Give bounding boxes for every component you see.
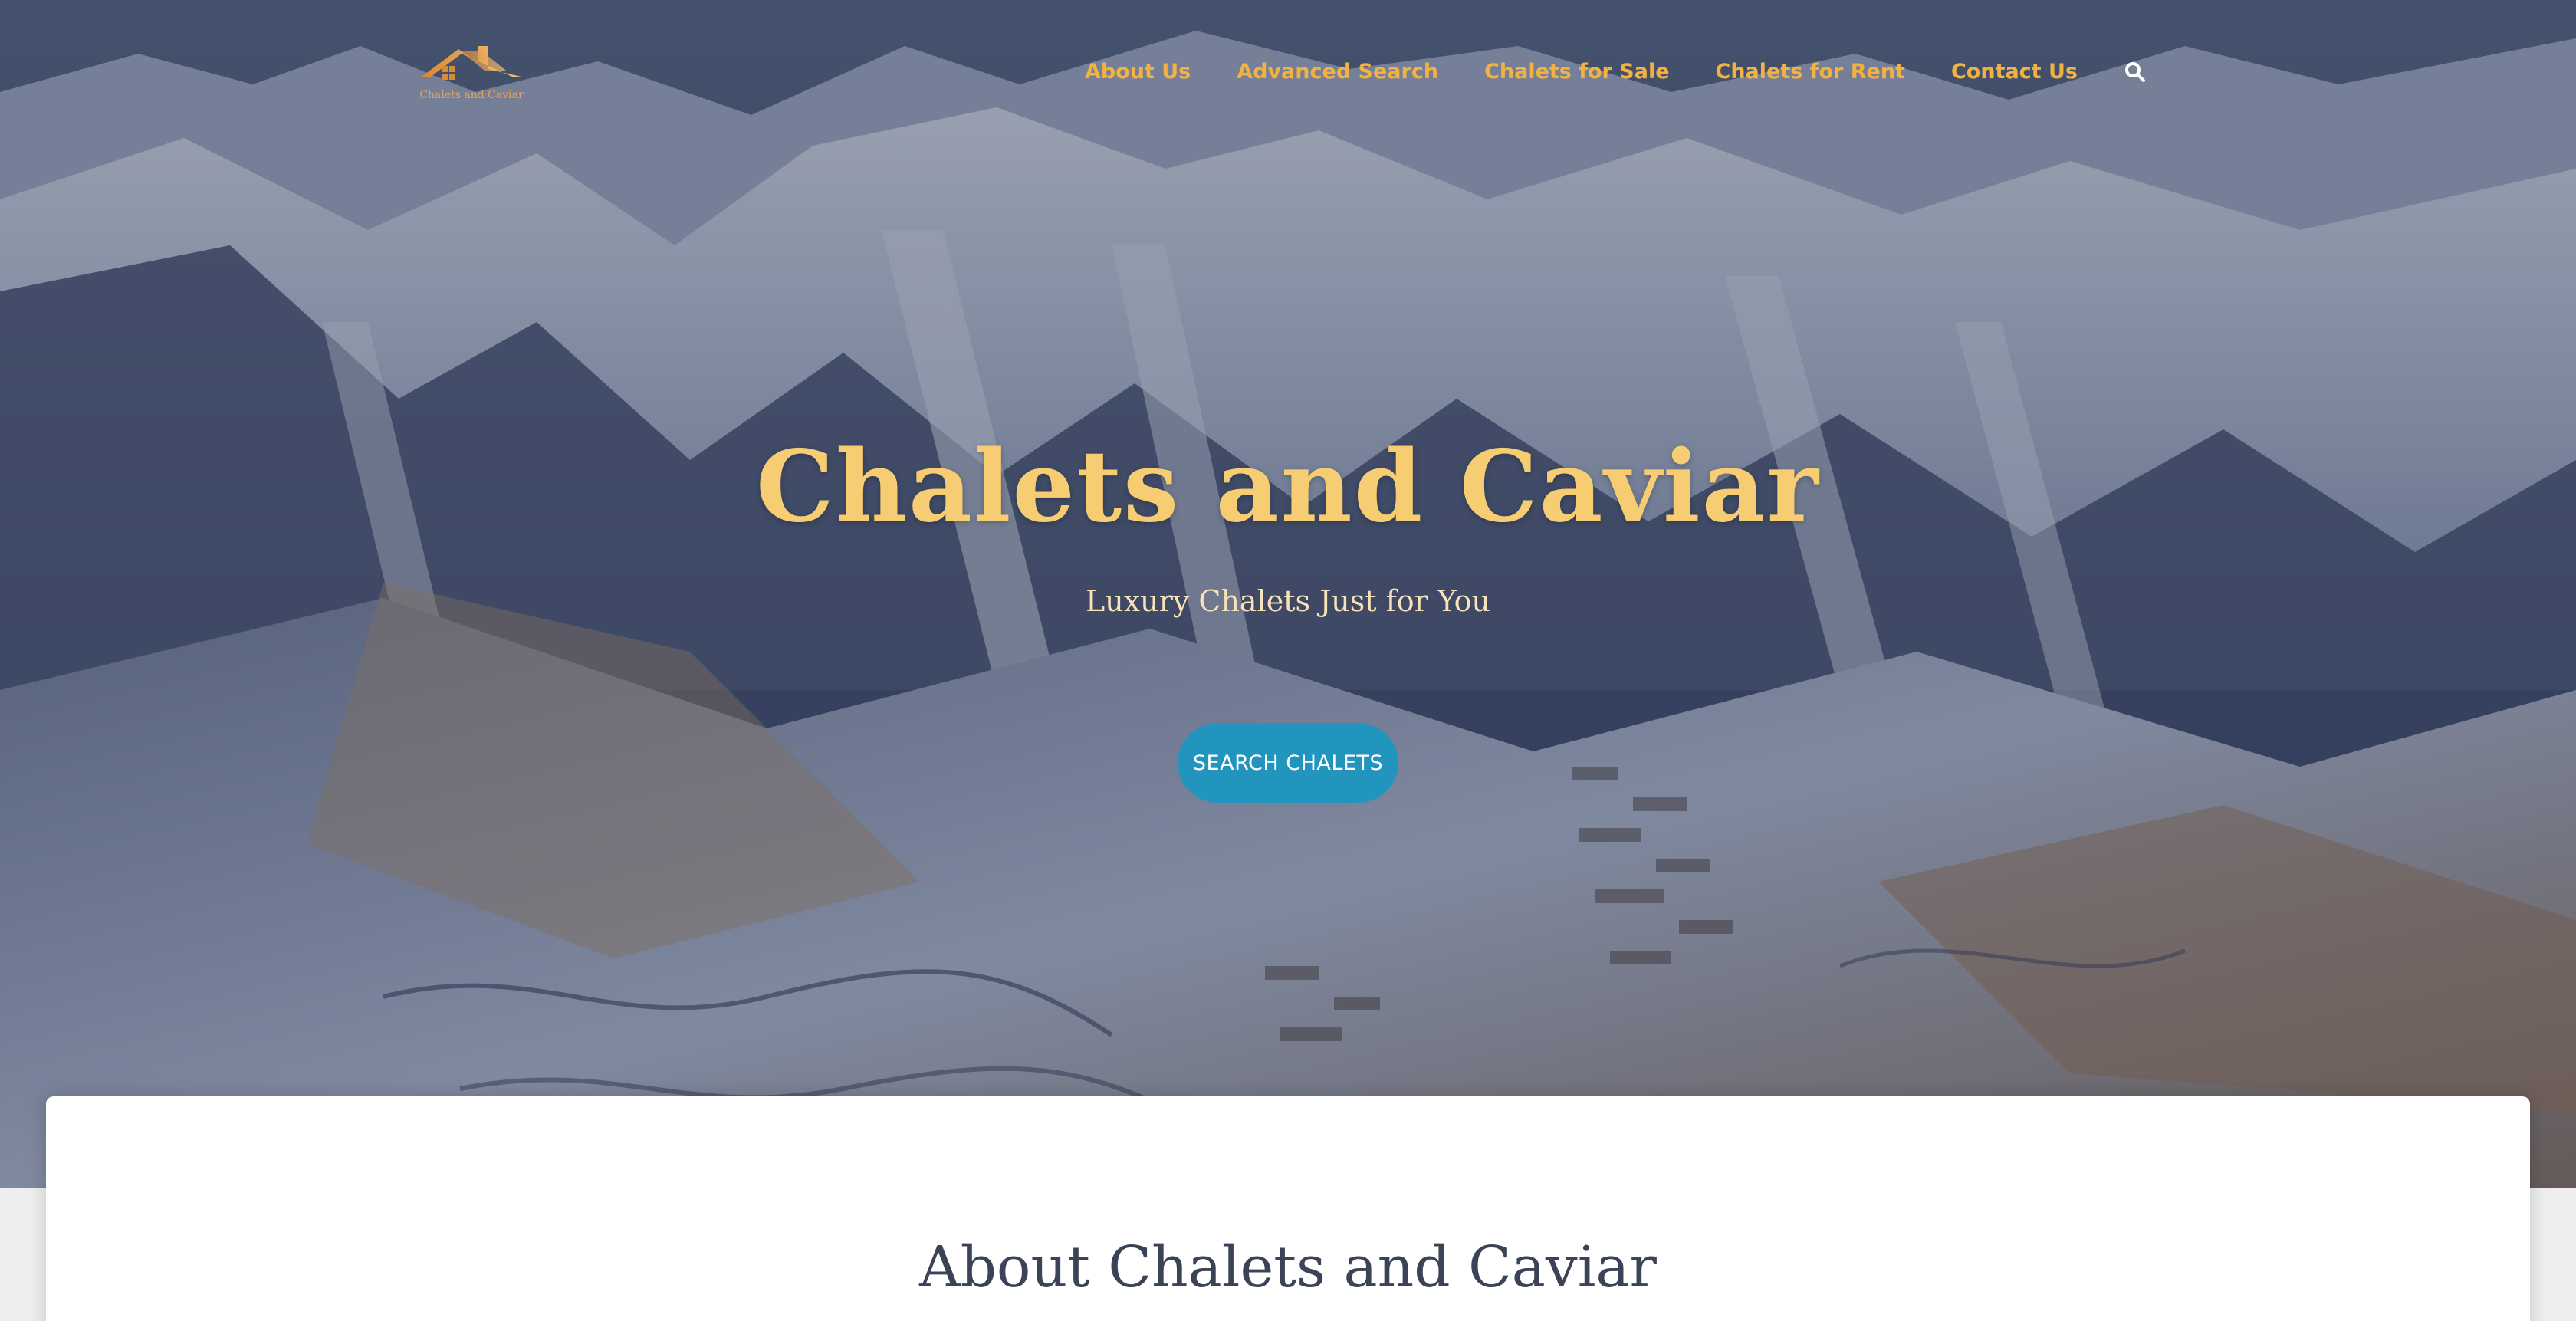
nav-contact-us[interactable]: Contact Us: [1951, 60, 2078, 84]
nav-about-us[interactable]: About Us: [1085, 60, 1191, 84]
nav-chalets-for-sale[interactable]: Chalets for Sale: [1484, 60, 1669, 84]
main-nav: About Us Advanced Search Chalets for Sal…: [1085, 60, 2147, 84]
site-header: Chalets and Caviar About Us Advanced Sea…: [0, 0, 2576, 153]
site-logo[interactable]: Chalets and Caviar: [414, 40, 529, 113]
nav-chalets-for-rent[interactable]: Chalets for Rent: [1716, 60, 1905, 84]
about-section: About Chalets and Caviar: [46, 1096, 2530, 1321]
logo-text: Chalets and Caviar: [419, 89, 524, 101]
hero-title: Chalets and Caviar: [756, 429, 1820, 544]
about-title: About Chalets and Caviar: [919, 1234, 1657, 1300]
hero-subtitle: Luxury Chalets Just for You: [1086, 584, 1490, 618]
search-icon[interactable]: [2124, 61, 2147, 84]
nav-advanced-search[interactable]: Advanced Search: [1237, 60, 1438, 84]
search-chalets-button[interactable]: SEARCH CHALETS: [1178, 723, 1398, 803]
house-logo-icon: [422, 46, 521, 80]
page: Chalets and Caviar About Us Advanced Sea…: [0, 0, 2576, 1321]
